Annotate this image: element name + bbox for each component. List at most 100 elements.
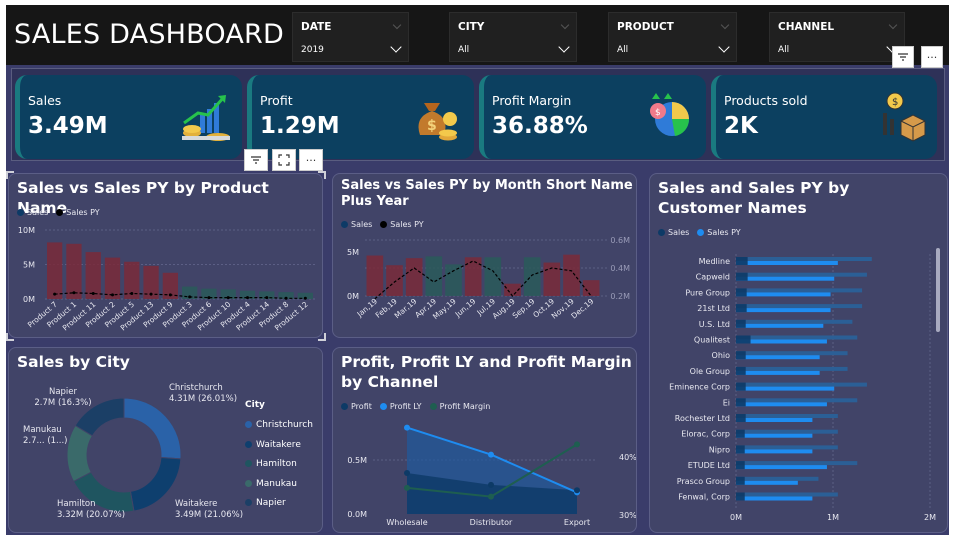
city-sales-chart-card[interactable]: Sales by City Napier 2.7M (16.3%) Christch… — [8, 347, 323, 533]
data-label: 2.7M (16.3%) — [34, 398, 91, 408]
product-slicer[interactable]: PRODUCT All — [608, 12, 737, 62]
data-point — [226, 296, 230, 300]
date-slicer[interactable]: DATE 2019 — [292, 12, 409, 62]
chart-legend: Christchurch Waitakere Hamilton Manukau Napi… — [245, 416, 313, 514]
kpi-value: 1.29M — [260, 113, 340, 139]
legend-item[interactable]: Waitakere — [245, 436, 313, 456]
data-point — [404, 484, 410, 491]
data-point — [574, 487, 580, 494]
money-bag-icon: $ — [418, 103, 457, 141]
chevron-down-icon[interactable] — [390, 41, 402, 53]
scrollbar[interactable] — [936, 248, 940, 332]
bar — [736, 288, 863, 293]
selection-corner — [6, 333, 14, 341]
data-point — [284, 296, 288, 300]
bar — [736, 257, 748, 265]
y-tick-label: 10M — [18, 226, 35, 235]
customer-sales-chart-card[interactable]: Sales and Sales PY by Customer Names Sal… — [649, 173, 948, 533]
bar — [736, 304, 863, 309]
city-slicer[interactable]: CITY All — [449, 12, 577, 62]
data-point — [72, 291, 76, 295]
chevron-down-icon[interactable] — [720, 20, 730, 30]
bar — [736, 292, 831, 297]
bar — [736, 272, 748, 281]
kpi-value: 3.49M — [28, 113, 108, 139]
bar — [736, 398, 746, 407]
bar — [484, 257, 502, 296]
channel-profit-chart-card[interactable]: Profit, Profit LY and Profit Margin by C… — [332, 347, 637, 533]
pie-chart-money-icon: $ — [650, 93, 690, 136]
legend-item[interactable]: Hamilton — [245, 455, 313, 475]
bar — [736, 276, 835, 281]
bar — [736, 355, 820, 360]
chevron-down-icon[interactable] — [718, 41, 730, 53]
bar — [104, 257, 121, 299]
channel-slicer[interactable]: CHANNEL All — [769, 12, 905, 62]
bar — [425, 256, 443, 296]
bar — [736, 418, 813, 422]
bar — [736, 465, 827, 470]
legend-item[interactable]: Napier — [245, 494, 313, 514]
data-label: Christchurch — [169, 383, 223, 393]
pie-slice — [129, 456, 182, 512]
y-tick-label: Ole Group — [690, 367, 730, 376]
selection-corner — [6, 171, 14, 179]
x-tick-label: Distributor — [470, 518, 513, 527]
y-tick-label: Eminence Corp — [669, 383, 730, 392]
slicer-value: All — [778, 45, 790, 55]
chevron-down-icon[interactable] — [888, 20, 898, 30]
kpi-card-products-sold: Products sold 2K $ — [711, 75, 937, 159]
y-tick-label: Capweld — [696, 273, 730, 282]
svg-text:$: $ — [427, 118, 437, 134]
data-point — [246, 296, 249, 300]
monthly-sales-chart-card[interactable]: Sales vs Sales PY by Month Short Name Pl… — [332, 173, 637, 338]
bar — [736, 429, 838, 434]
selection-corner — [318, 171, 326, 179]
boxes-dollar-icon: $ — [883, 92, 926, 142]
y-tick-label: 0M — [23, 295, 35, 304]
channel-line-chart: 0.5M 0.0M 40% 30% Wholesale Distributor Export — [347, 424, 637, 527]
chevron-down-icon[interactable] — [558, 41, 570, 53]
bar — [736, 386, 835, 391]
bar — [85, 252, 101, 299]
chevron-down-icon[interactable] — [560, 20, 570, 30]
bar — [736, 351, 848, 356]
focus-mode-icon[interactable] — [272, 149, 296, 171]
money-growth-icon — [182, 95, 230, 141]
data-point — [91, 291, 95, 295]
chevron-down-icon[interactable] — [392, 20, 402, 30]
bar — [736, 272, 867, 277]
legend-item[interactable]: Manukau — [245, 475, 313, 495]
more-options-icon[interactable]: ··· — [921, 46, 943, 68]
data-point — [111, 293, 114, 297]
bar — [47, 242, 63, 299]
y2-tick-label: 0.4M — [610, 264, 630, 273]
filter-icon[interactable] — [892, 46, 914, 68]
more-options-icon[interactable]: ··· — [299, 149, 323, 171]
y-tick-label: Ohio — [712, 351, 731, 360]
bar — [736, 382, 746, 391]
legend-item[interactable]: Christchurch — [245, 416, 313, 436]
bar — [736, 445, 745, 454]
bar — [736, 414, 838, 418]
data-point — [488, 481, 494, 488]
bar — [736, 351, 746, 360]
legend-label: Waitakere — [256, 439, 301, 450]
bar — [736, 496, 813, 501]
legend-label: Manukau — [256, 478, 297, 489]
bar — [736, 449, 813, 454]
data-point — [53, 292, 57, 296]
bar — [736, 257, 872, 261]
bar — [736, 323, 824, 328]
y2-tick-label: 40% — [619, 453, 637, 462]
kpi-card-sales: Sales 3.49M — [15, 75, 242, 159]
product-sales-chart-card[interactable]: Sales vs Sales PY by Product Name Sales … — [8, 173, 323, 338]
filter-icon[interactable] — [244, 149, 268, 171]
data-label: 4.31M (26.01%) — [169, 394, 237, 404]
bar — [445, 264, 462, 296]
y2-tick-label: 30% — [619, 511, 637, 520]
legend-title: City — [245, 400, 265, 410]
data-point — [488, 493, 494, 500]
bar — [366, 255, 384, 296]
data-label: Waitakere — [175, 499, 217, 509]
